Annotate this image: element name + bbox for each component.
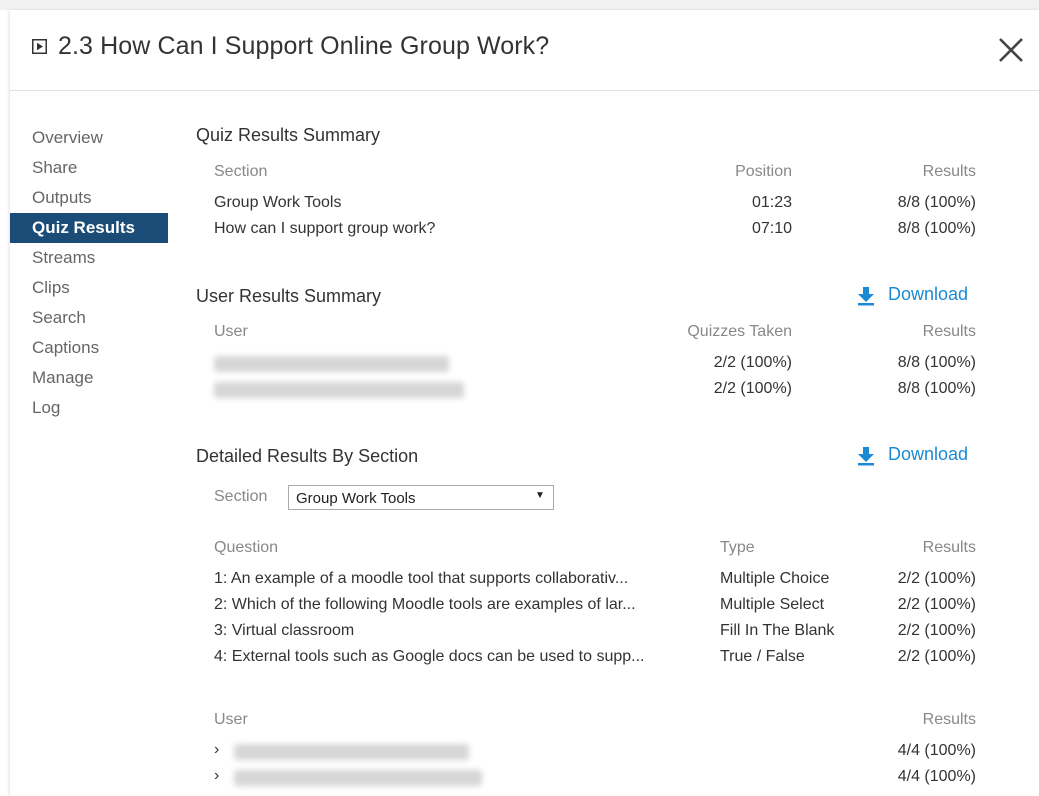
question-type: Multiple Choice bbox=[720, 570, 830, 587]
quiz-summary-position: 01:23 bbox=[751, 194, 792, 211]
question-results: 2/2 (100%) bbox=[897, 648, 976, 665]
download-icon bbox=[858, 447, 874, 466]
detailed-user-results: 4/4 (100%) bbox=[897, 742, 976, 759]
quiz-summary-title: Quiz Results Summary bbox=[196, 125, 381, 145]
section-select[interactable]: Group Work Tools ▼ bbox=[288, 485, 554, 510]
quiz-summary-section: Group Work Tools bbox=[214, 194, 342, 211]
download-label: Download bbox=[888, 444, 969, 464]
sidebar-item-share[interactable]: Share bbox=[10, 153, 168, 183]
question-results-header: Results bbox=[922, 539, 976, 556]
quiz-results-dialog: 2.3 How Can I Support Online Group Work?… bbox=[10, 10, 1039, 796]
user-summary-header-user: User bbox=[214, 323, 248, 340]
question-header: Question bbox=[214, 539, 279, 556]
user-name-redacted bbox=[234, 770, 482, 786]
user-summary-header-results: Results bbox=[922, 323, 976, 340]
detailed-user-results-header: Results bbox=[922, 711, 976, 728]
question-text: 1: An example of a moodle tool that supp… bbox=[214, 570, 629, 587]
section-select-value: Group Work Tools bbox=[296, 490, 416, 507]
user-summary-header-quizzes: Quizzes Taken bbox=[687, 323, 792, 340]
sidebar-item-quiz-results[interactable]: Quiz Results bbox=[10, 213, 168, 243]
sidebar-item-manage[interactable]: Manage bbox=[10, 363, 168, 393]
question-results: 2/2 (100%) bbox=[897, 622, 976, 639]
sidebar-nav: Overview Share Outputs Quiz Results Stre… bbox=[10, 123, 168, 423]
detailed-user-header: User bbox=[214, 711, 248, 728]
play-icon bbox=[32, 39, 47, 54]
quiz-summary-header-section: Section bbox=[214, 163, 268, 180]
question-type: Fill In The Blank bbox=[720, 622, 835, 639]
user-summary-download-button[interactable]: Download bbox=[856, 284, 981, 308]
quiz-summary-header-position: Position bbox=[735, 163, 792, 180]
detailed-results-title: Detailed Results By Section bbox=[196, 446, 419, 466]
user-summary-results: 8/8 (100%) bbox=[897, 354, 976, 371]
question-type: True / False bbox=[720, 648, 805, 665]
user-summary-quizzes: 2/2 (100%) bbox=[713, 354, 792, 371]
type-header: Type bbox=[720, 539, 755, 556]
dropdown-arrow-icon: ▼ bbox=[535, 490, 545, 501]
expand-chevron-icon[interactable]: › bbox=[214, 741, 219, 759]
user-summary-results: 8/8 (100%) bbox=[897, 380, 976, 397]
question-text: 4: External tools such as Google docs ca… bbox=[214, 648, 645, 665]
page-backdrop bbox=[0, 0, 1039, 10]
sidebar-item-streams[interactable]: Streams bbox=[10, 243, 168, 273]
question-results: 2/2 (100%) bbox=[897, 570, 976, 587]
expand-chevron-icon[interactable]: › bbox=[214, 767, 219, 785]
user-name-redacted bbox=[234, 744, 469, 760]
user-name-redacted bbox=[214, 356, 449, 372]
quiz-summary-results: 8/8 (100%) bbox=[897, 220, 976, 237]
quiz-summary-results: 8/8 (100%) bbox=[897, 194, 976, 211]
sidebar-item-log[interactable]: Log bbox=[10, 393, 168, 423]
question-results: 2/2 (100%) bbox=[897, 596, 976, 613]
quiz-summary-header-results: Results bbox=[922, 163, 976, 180]
close-icon[interactable] bbox=[997, 36, 1025, 64]
sidebar-item-clips[interactable]: Clips bbox=[10, 273, 168, 303]
question-text: 3: Virtual classroom bbox=[214, 622, 355, 639]
sidebar-item-captions[interactable]: Captions bbox=[10, 333, 168, 363]
sidebar-item-overview[interactable]: Overview bbox=[10, 123, 168, 153]
detailed-user-results: 4/4 (100%) bbox=[897, 768, 976, 785]
user-summary-quizzes: 2/2 (100%) bbox=[713, 380, 792, 397]
dialog-header: 2.3 How Can I Support Online Group Work? bbox=[10, 10, 1039, 91]
section-select-label: Section bbox=[214, 488, 268, 505]
download-label: Download bbox=[888, 284, 969, 304]
user-name-redacted bbox=[214, 382, 464, 398]
question-text: 2: Which of the following Moodle tools a… bbox=[214, 596, 636, 613]
sidebar-item-search[interactable]: Search bbox=[10, 303, 168, 333]
sidebar-item-outputs[interactable]: Outputs bbox=[10, 183, 168, 213]
user-summary-title: User Results Summary bbox=[196, 286, 382, 306]
question-type: Multiple Select bbox=[720, 596, 825, 613]
quiz-summary-section: How can I support group work? bbox=[214, 220, 436, 237]
dialog-title: 2.3 How Can I Support Online Group Work? bbox=[58, 32, 550, 60]
detailed-download-button[interactable]: Download bbox=[856, 444, 981, 468]
quiz-summary-position: 07:10 bbox=[751, 220, 792, 237]
download-icon bbox=[858, 287, 874, 306]
